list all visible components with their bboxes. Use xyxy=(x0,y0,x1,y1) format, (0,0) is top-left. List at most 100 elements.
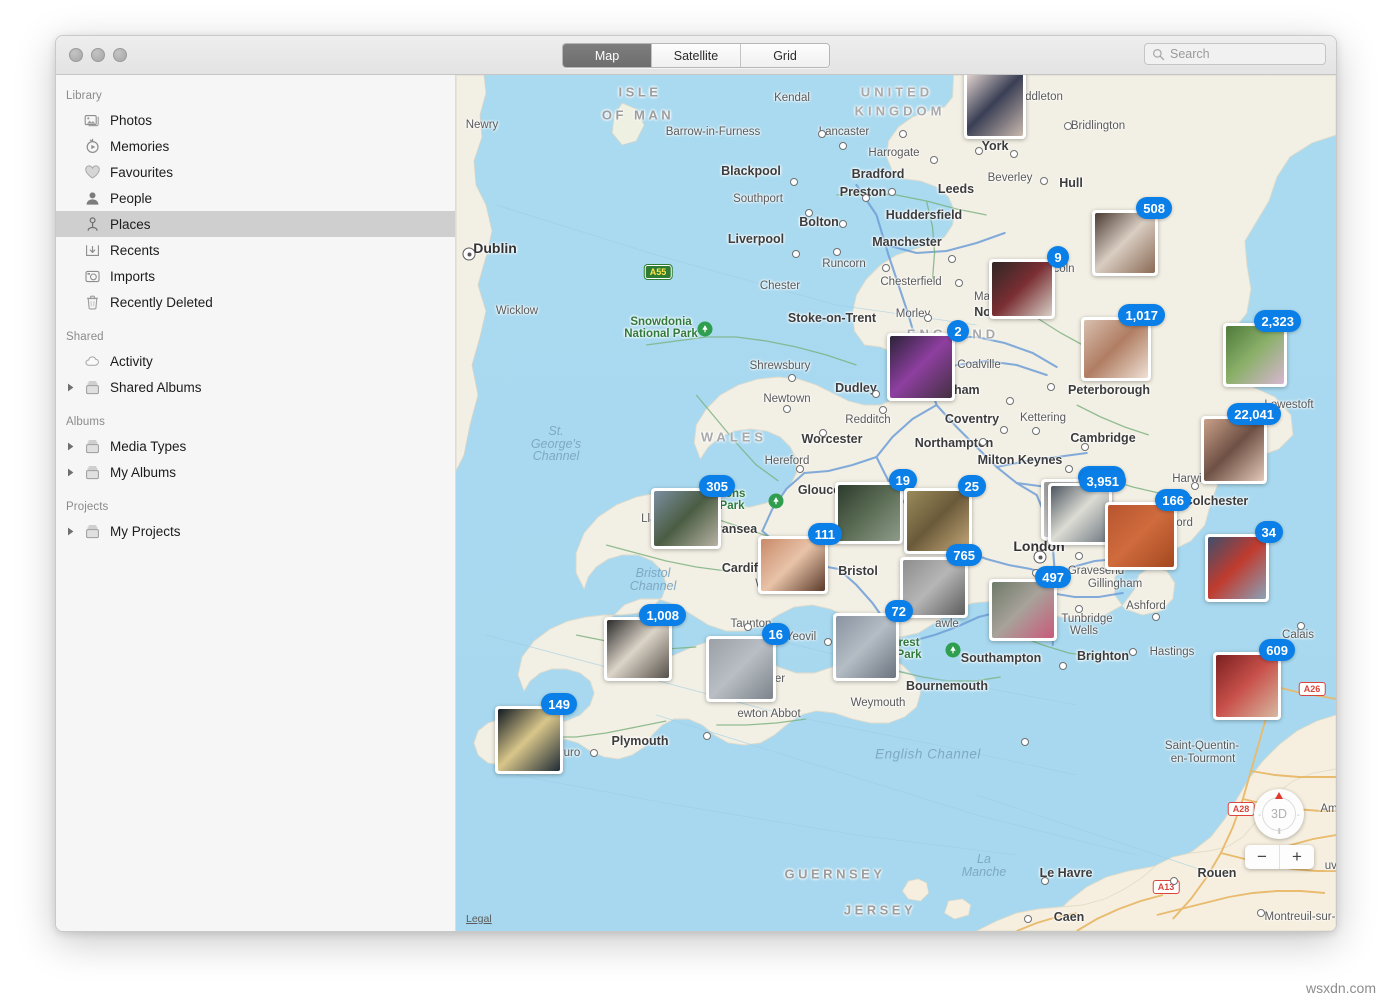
photo-thumbnail xyxy=(967,75,1023,136)
compass-tick-right: - xyxy=(1297,810,1300,821)
compass-3d-label[interactable]: 3D xyxy=(1262,797,1296,831)
map-city-dot xyxy=(703,732,711,740)
map-capital-dot xyxy=(1034,551,1047,564)
album-icon xyxy=(84,438,101,455)
sidebar-item-shared-albums[interactable]: Shared Albums xyxy=(56,374,455,400)
photo-cluster-pin[interactable]: 9 xyxy=(989,259,1055,319)
photo-thumbnail xyxy=(907,491,969,551)
sidebar-item-my-projects[interactable]: My Projects xyxy=(56,518,455,544)
photo-cluster-pin[interactable]: 305 xyxy=(651,488,721,549)
sidebar-item-imports[interactable]: Imports xyxy=(56,263,455,289)
minimize-button[interactable] xyxy=(91,48,105,62)
park-tree-icon xyxy=(769,494,784,509)
map-city-dot xyxy=(1152,613,1160,621)
map-city-dot xyxy=(948,255,956,263)
photo-cluster-pin[interactable]: 34 xyxy=(1205,534,1269,602)
sidebar-item-favourites[interactable]: Favourites xyxy=(56,159,455,185)
map-city-dot xyxy=(788,374,796,382)
map-city-dot xyxy=(1297,622,1305,630)
map-city-dot xyxy=(1010,150,1018,158)
photo-cluster-pin[interactable]: 3,951 xyxy=(1048,483,1112,545)
photo-cluster-pin[interactable]: 166 xyxy=(1105,502,1177,570)
sidebar-item-people[interactable]: People xyxy=(56,185,455,211)
map-city-dot xyxy=(979,438,987,446)
map-city-dot xyxy=(899,130,907,138)
photo-cluster-pin[interactable]: 508 xyxy=(1092,210,1158,276)
sidebar-item-recents[interactable]: Recents xyxy=(56,237,455,263)
sidebar-item-label: Memories xyxy=(110,139,169,154)
map-3d-compass-control[interactable]: - - 3D xyxy=(1254,789,1304,839)
photo-cluster-pin[interactable]: 2 xyxy=(887,333,955,401)
tab-grid[interactable]: Grid xyxy=(741,44,829,67)
map-city-dot xyxy=(796,465,804,473)
photo-cluster-pin[interactable]: 609 xyxy=(1213,652,1281,720)
sidebar-item-photos[interactable]: Photos xyxy=(56,107,455,133)
park-tree-icon xyxy=(698,322,713,337)
close-button[interactable] xyxy=(69,48,83,62)
map-city-dot xyxy=(783,405,791,413)
photo-count-badge: 1,017 xyxy=(1118,304,1165,326)
camera-icon xyxy=(84,268,101,285)
map-zoom-controls[interactable]: − + xyxy=(1245,845,1314,869)
photo-cluster-pin[interactable]: 1,017 xyxy=(1081,317,1151,381)
photo-cluster-pin[interactable]: 72 xyxy=(833,613,899,681)
photo-cluster-pin[interactable]: 16 xyxy=(706,636,776,702)
photo-cluster-pin[interactable]: 1,008 xyxy=(604,617,672,681)
sidebar-item-memories[interactable]: Memories xyxy=(56,133,455,159)
sidebar-item-recently-deleted[interactable]: Recently Deleted xyxy=(56,289,455,315)
tab-satellite[interactable]: Satellite xyxy=(652,44,741,67)
disclosure-triangle-icon[interactable] xyxy=(65,527,77,536)
photo-count-badge: 16 xyxy=(762,623,790,645)
park-tree-icon xyxy=(946,643,961,658)
sidebar-item-activity[interactable]: Activity xyxy=(56,348,455,374)
sidebar-item-media-types[interactable]: Media Types xyxy=(56,433,455,459)
zoom-out-button[interactable]: − xyxy=(1245,845,1280,869)
photo-thumbnail xyxy=(1208,537,1266,599)
photo-count-badge: 72 xyxy=(885,600,913,622)
zoom-button[interactable] xyxy=(113,48,127,62)
map-capital-dot xyxy=(463,248,476,261)
map-city-dot xyxy=(1032,427,1040,435)
photo-thumbnail xyxy=(1108,505,1174,567)
download-icon xyxy=(84,242,101,259)
map-city-dot xyxy=(1191,482,1199,490)
traffic-light-buttons xyxy=(69,48,127,62)
map-city-dot xyxy=(872,390,880,398)
map-city-dot xyxy=(924,314,932,322)
tab-map[interactable]: Map xyxy=(563,44,652,67)
view-mode-segmented-control[interactable]: Map Satellite Grid xyxy=(562,43,830,68)
photo-thumbnail xyxy=(1051,486,1109,542)
sidebar-item-label: Imports xyxy=(110,269,155,284)
trash-icon xyxy=(84,294,101,311)
disclosure-triangle-icon[interactable] xyxy=(65,383,77,392)
photos-icon xyxy=(84,112,101,129)
photo-thumbnail xyxy=(992,582,1054,638)
compass-tick-left: - xyxy=(1258,810,1261,821)
compass-tick-bottom xyxy=(1278,828,1280,834)
legal-link[interactable]: Legal xyxy=(466,913,492,925)
sidebar-item-places[interactable]: Places xyxy=(56,211,455,237)
photo-cluster-pin[interactable] xyxy=(964,75,1026,139)
sidebar-item-label: My Projects xyxy=(110,524,181,539)
photo-cluster-pin[interactable]: 22,041 xyxy=(1201,416,1267,484)
sidebar-item-label: Media Types xyxy=(110,439,186,454)
disclosure-triangle-icon[interactable] xyxy=(65,468,77,477)
photo-cluster-pin[interactable]: 111 xyxy=(758,536,828,594)
photo-cluster-pin[interactable]: 497 xyxy=(989,579,1057,641)
photo-cluster-pin[interactable]: 2,323 xyxy=(1223,323,1287,387)
photo-cluster-pin[interactable]: 19 xyxy=(835,482,903,544)
disclosure-triangle-icon[interactable] xyxy=(65,442,77,451)
sidebar-item-label: Favourites xyxy=(110,165,173,180)
sidebar-item-my-albums[interactable]: My Albums xyxy=(56,459,455,485)
places-map[interactable]: ISLEOF MANUNITEDKINGDOMENGLANDWALESGUERN… xyxy=(456,75,1336,931)
photo-count-badge: 609 xyxy=(1259,639,1295,661)
map-city-dot xyxy=(882,264,890,272)
photo-count-badge: 111 xyxy=(808,523,842,545)
map-city-dot xyxy=(792,250,800,258)
photo-cluster-pin[interactable]: 149 xyxy=(495,706,563,774)
sidebar-item-label: Places xyxy=(110,217,151,232)
photo-count-badge: 3,951 xyxy=(1079,470,1126,492)
map-city-dot xyxy=(819,429,827,437)
search-field[interactable]: Search xyxy=(1144,43,1326,65)
zoom-in-button[interactable]: + xyxy=(1280,845,1314,869)
